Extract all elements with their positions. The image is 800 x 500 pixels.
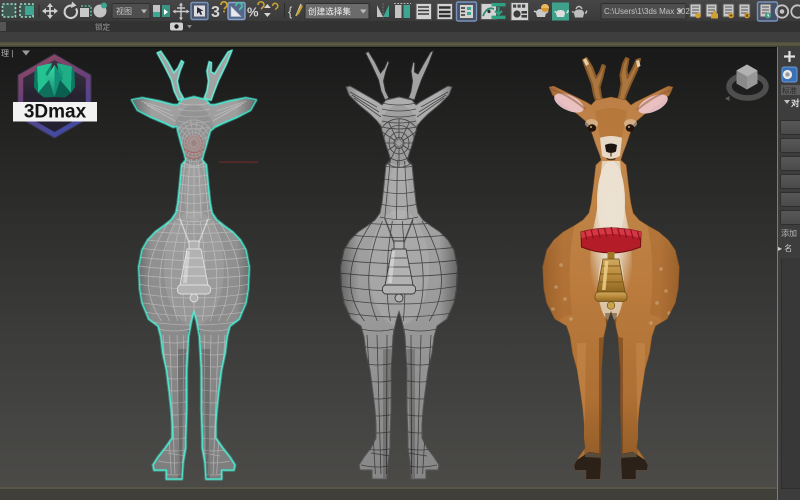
svg-text:标准: 标准 xyxy=(782,85,797,95)
svg-text:锁定: 锁定 xyxy=(95,22,110,32)
svg-text:创建选择集: 创建选择集 xyxy=(308,6,351,17)
svg-text:{: { xyxy=(288,4,293,19)
svg-text:3: 3 xyxy=(211,4,220,21)
svg-text:3Dmax: 3Dmax xyxy=(24,102,87,123)
svg-text:对: 对 xyxy=(791,98,800,108)
svg-text:视图: 视图 xyxy=(116,6,132,16)
svg-text:%: % xyxy=(247,5,259,20)
